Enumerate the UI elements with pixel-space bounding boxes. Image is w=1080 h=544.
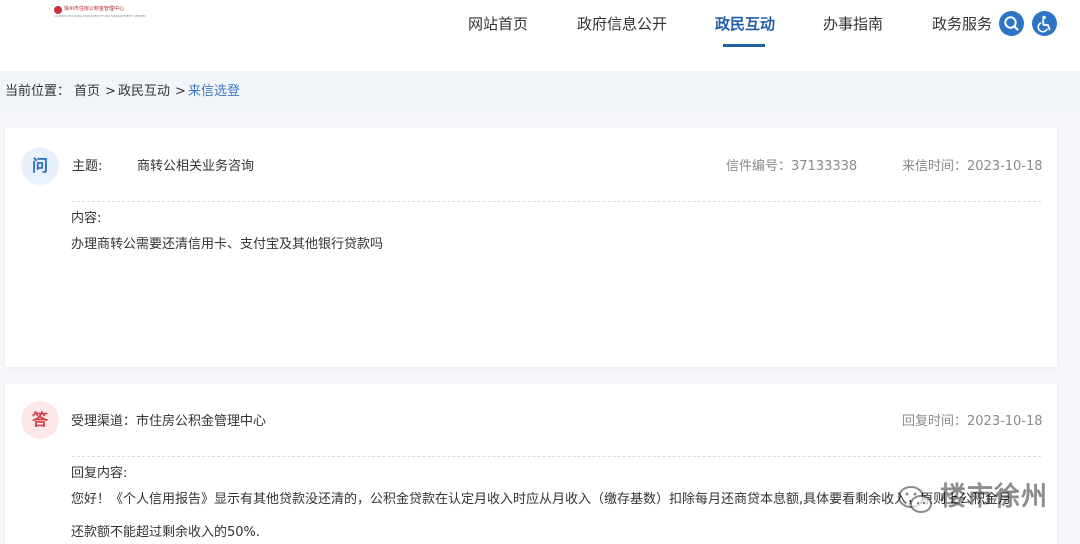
reply-date: 回复时间：2023-10-18	[902, 414, 1043, 429]
question-badge: 问	[21, 147, 59, 185]
breadcrumb-current: 来信选登	[188, 84, 241, 99]
content-label: 内容:	[71, 211, 102, 226]
logo-text: 徐州市住房公积金管理中心	[64, 6, 125, 12]
breadcrumb: 当前位置： 首页 > 政民互动 > 来信选登	[0, 71, 1080, 112]
nav-interaction[interactable]: 政民互动	[715, 12, 775, 36]
site-logo[interactable]: 徐州市住房公积金管理中心 XUZHOU HOUSING PROVIDENT FU…	[54, 6, 146, 18]
breadcrumb-separator: >	[175, 84, 186, 99]
logo-subtext: XUZHOU HOUSING PROVIDENT FUND MANAGEMENT…	[54, 14, 146, 18]
nav-services[interactable]: 政务服务	[932, 12, 992, 36]
letter-date: 来信时间：2023-10-18	[902, 159, 1043, 174]
nav-home[interactable]: 网站首页	[468, 12, 528, 36]
breadcrumb-interaction[interactable]: 政民互动	[118, 83, 170, 100]
question-card: 问 主题: 商转公相关业务咨询 信件编号：37133338 来信时间：2023-…	[5, 128, 1057, 367]
reply-channel: 受理渠道：市住房公积金管理中心	[71, 414, 267, 429]
divider	[72, 201, 1041, 202]
watermark: 楼市徐州	[896, 478, 1049, 522]
divider	[72, 456, 1041, 457]
subject-text: 商转公相关业务咨询	[137, 159, 255, 174]
accessibility-icon[interactable]	[1032, 11, 1057, 36]
breadcrumb-home[interactable]: 首页	[74, 83, 100, 100]
wechat-icon	[898, 486, 932, 513]
question-content: 办理商转公需要还清信用卡、支付宝及其他银行贷款吗	[71, 237, 384, 252]
reply-content-label: 回复内容:	[71, 466, 128, 481]
logo-emblem-icon	[54, 6, 62, 14]
nav-guide[interactable]: 办事指南	[823, 12, 883, 36]
nav-active-underline	[723, 44, 765, 47]
nav-gov-info[interactable]: 政府信息公开	[577, 12, 667, 36]
subject-label: 主题:	[72, 159, 103, 174]
answer-badge: 答	[21, 401, 59, 439]
breadcrumb-separator: >	[105, 84, 116, 99]
reply-content-continued: 还款额不能超过剩余收入的50%.	[71, 525, 261, 540]
watermark-text: 楼市徐州	[940, 482, 1049, 512]
letter-number: 信件编号：37133338	[726, 159, 858, 174]
breadcrumb-prefix: 当前位置：	[5, 84, 71, 99]
site-header: 徐州市住房公积金管理中心 XUZHOU HOUSING PROVIDENT FU…	[0, 0, 1080, 70]
search-icon[interactable]	[999, 11, 1024, 36]
